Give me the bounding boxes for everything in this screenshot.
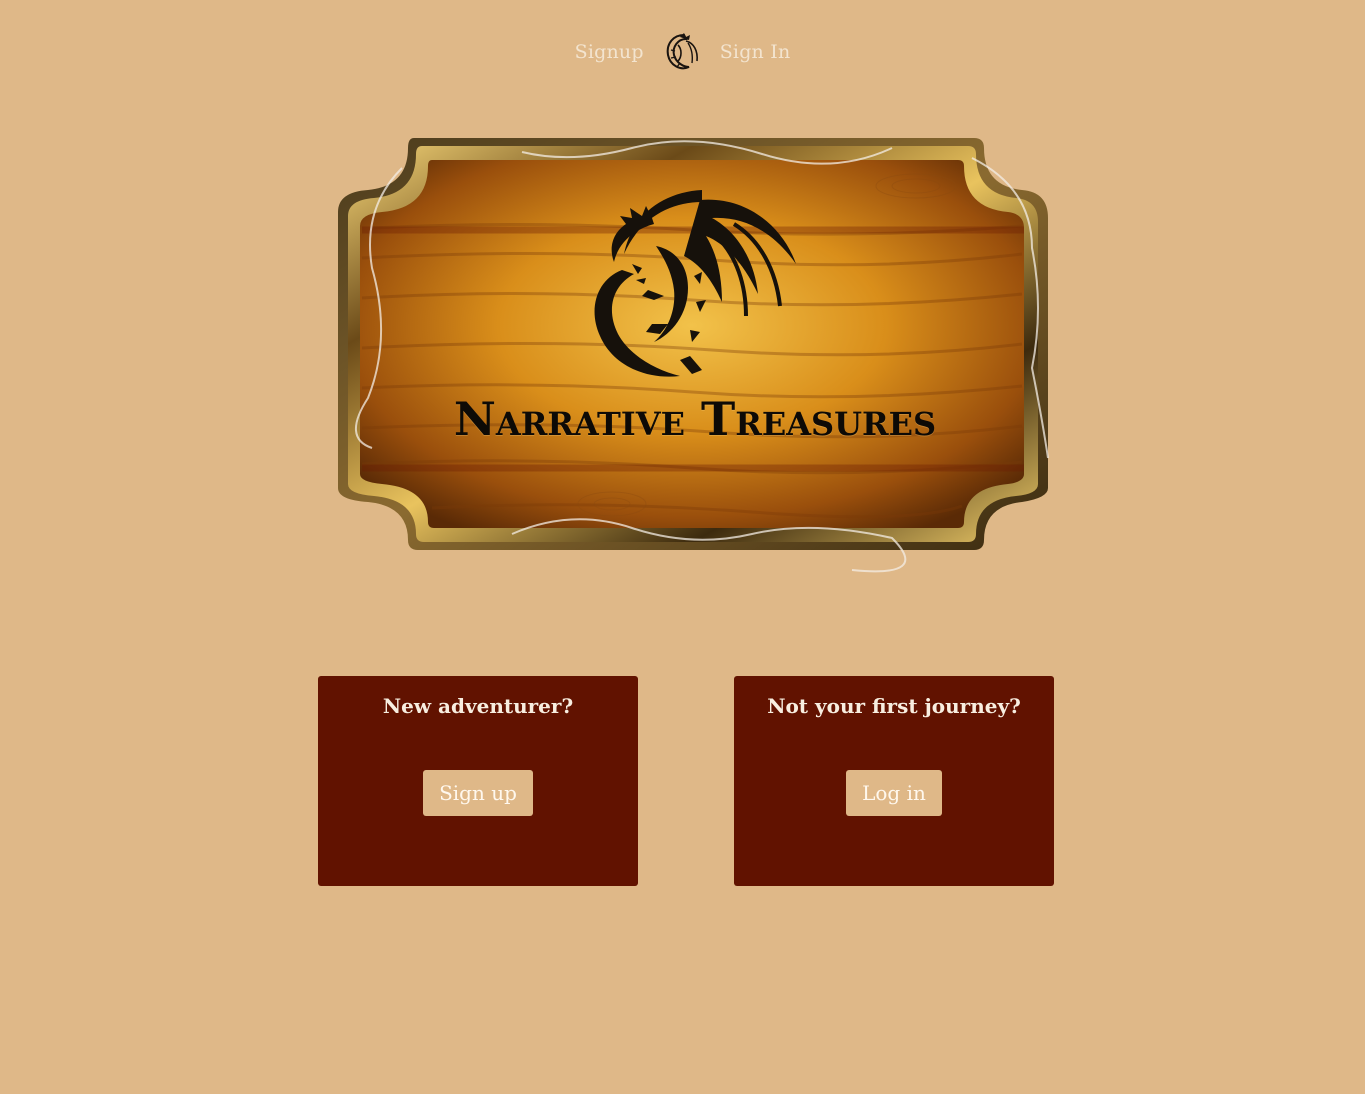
log-in-button[interactable]: Log in <box>846 770 942 816</box>
sign-up-button[interactable]: Sign up <box>423 770 533 816</box>
wooden-sign-illustration <box>338 138 1049 573</box>
site-title: Narrative Treasures <box>453 392 937 446</box>
returning-adventurer-card: Not your first journey? Log in <box>734 676 1054 886</box>
nav-signin-link[interactable]: Sign In <box>720 41 791 63</box>
nav-signup-link[interactable]: Signup <box>575 41 644 63</box>
new-adventurer-card: New adventurer? Sign up <box>318 676 638 886</box>
new-adventurer-heading: New adventurer? <box>382 694 574 718</box>
returning-adventurer-heading: Not your first journey? <box>767 694 1021 718</box>
dragon-icon[interactable] <box>662 31 702 73</box>
top-nav: Signup Sign In <box>0 28 1365 76</box>
hero-sign: Narrative Treasures <box>332 108 1058 578</box>
